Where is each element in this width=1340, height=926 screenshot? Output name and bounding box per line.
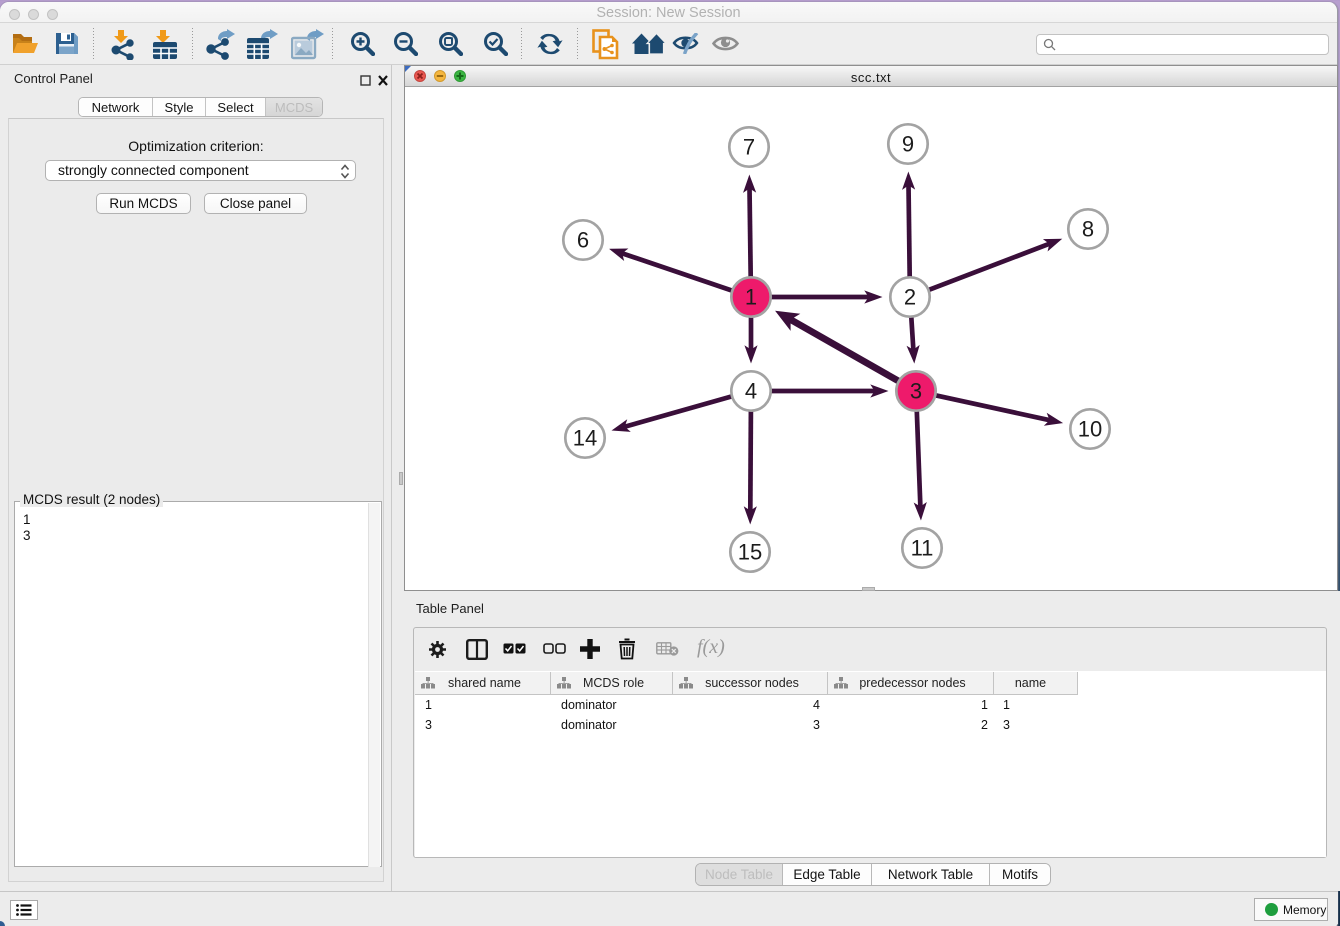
svg-text:11: 11 [911,536,934,561]
svg-text:10: 10 [1078,417,1102,442]
svg-text:1: 1 [745,285,757,310]
svg-text:14: 14 [573,426,597,451]
svg-text:2: 2 [904,285,916,310]
svg-text:3: 3 [910,379,922,404]
svg-text:8: 8 [1082,217,1094,242]
svg-text:4: 4 [745,379,757,404]
svg-text:7: 7 [743,135,755,160]
svg-text:9: 9 [902,132,914,157]
svg-text:6: 6 [577,228,589,253]
svg-text:15: 15 [738,540,762,565]
